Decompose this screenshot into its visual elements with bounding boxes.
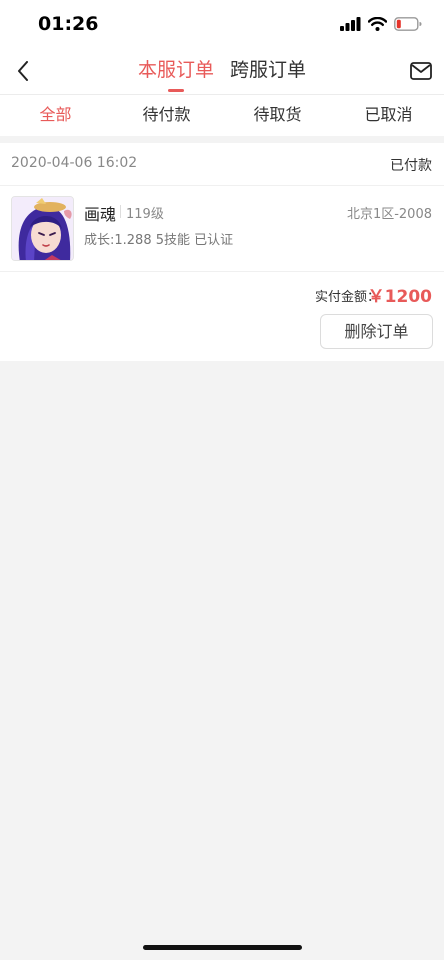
order-status: 已付款 <box>390 158 432 174</box>
order-header: 2020-04-06 16:02 已付款 <box>0 143 444 186</box>
filter-tab-pending-payment[interactable]: 待付款 <box>111 95 222 136</box>
filter-tab-cancelled[interactable]: 已取消 <box>333 95 444 136</box>
total-amount: ￥1200 <box>367 287 432 307</box>
name-level-divider <box>120 205 121 218</box>
nav-bar: 本服订单 跨服订单 <box>0 48 444 94</box>
signal-icon <box>340 17 361 31</box>
wifi-icon <box>368 17 387 31</box>
status-bar: 01:26 <box>0 0 444 48</box>
order-date: 2020-04-06 16:02 <box>11 155 138 171</box>
mail-icon <box>410 62 432 80</box>
delete-order-button[interactable]: 删除订单 <box>320 314 433 349</box>
order-card: 2020-04-06 16:02 已付款 画魂 119级 北京1区-2008 成… <box>0 143 444 361</box>
battery-icon <box>394 17 422 31</box>
filter-tabs: 全部 待付款 待取货 已取消 <box>0 95 444 136</box>
server-name: 北京1区-2008 <box>346 207 432 222</box>
messages-button[interactable] <box>408 58 434 84</box>
character-level: 119级 <box>126 207 164 222</box>
order-scope-tabs: 本服订单 跨服订单 <box>0 56 444 92</box>
home-indicator[interactable] <box>143 945 302 950</box>
order-item[interactable]: 画魂 119级 北京1区-2008 成长:1.288 5技能 已认证 <box>0 186 444 272</box>
order-total: 实付金额： ￥1200 <box>0 281 444 307</box>
tab-cross-server-orders[interactable]: 跨服订单 <box>230 56 306 92</box>
character-name: 画魂 <box>84 205 117 224</box>
character-portrait-icon <box>12 197 73 260</box>
filter-tab-pending-pickup[interactable]: 待取货 <box>222 95 333 136</box>
status-time: 01:26 <box>38 13 99 35</box>
character-attributes: 成长:1.288 5技能 已认证 <box>84 233 234 248</box>
tab-local-orders[interactable]: 本服订单 <box>138 56 214 92</box>
filter-tab-all[interactable]: 全部 <box>0 95 111 136</box>
status-icons <box>340 14 422 34</box>
character-avatar <box>11 196 74 261</box>
